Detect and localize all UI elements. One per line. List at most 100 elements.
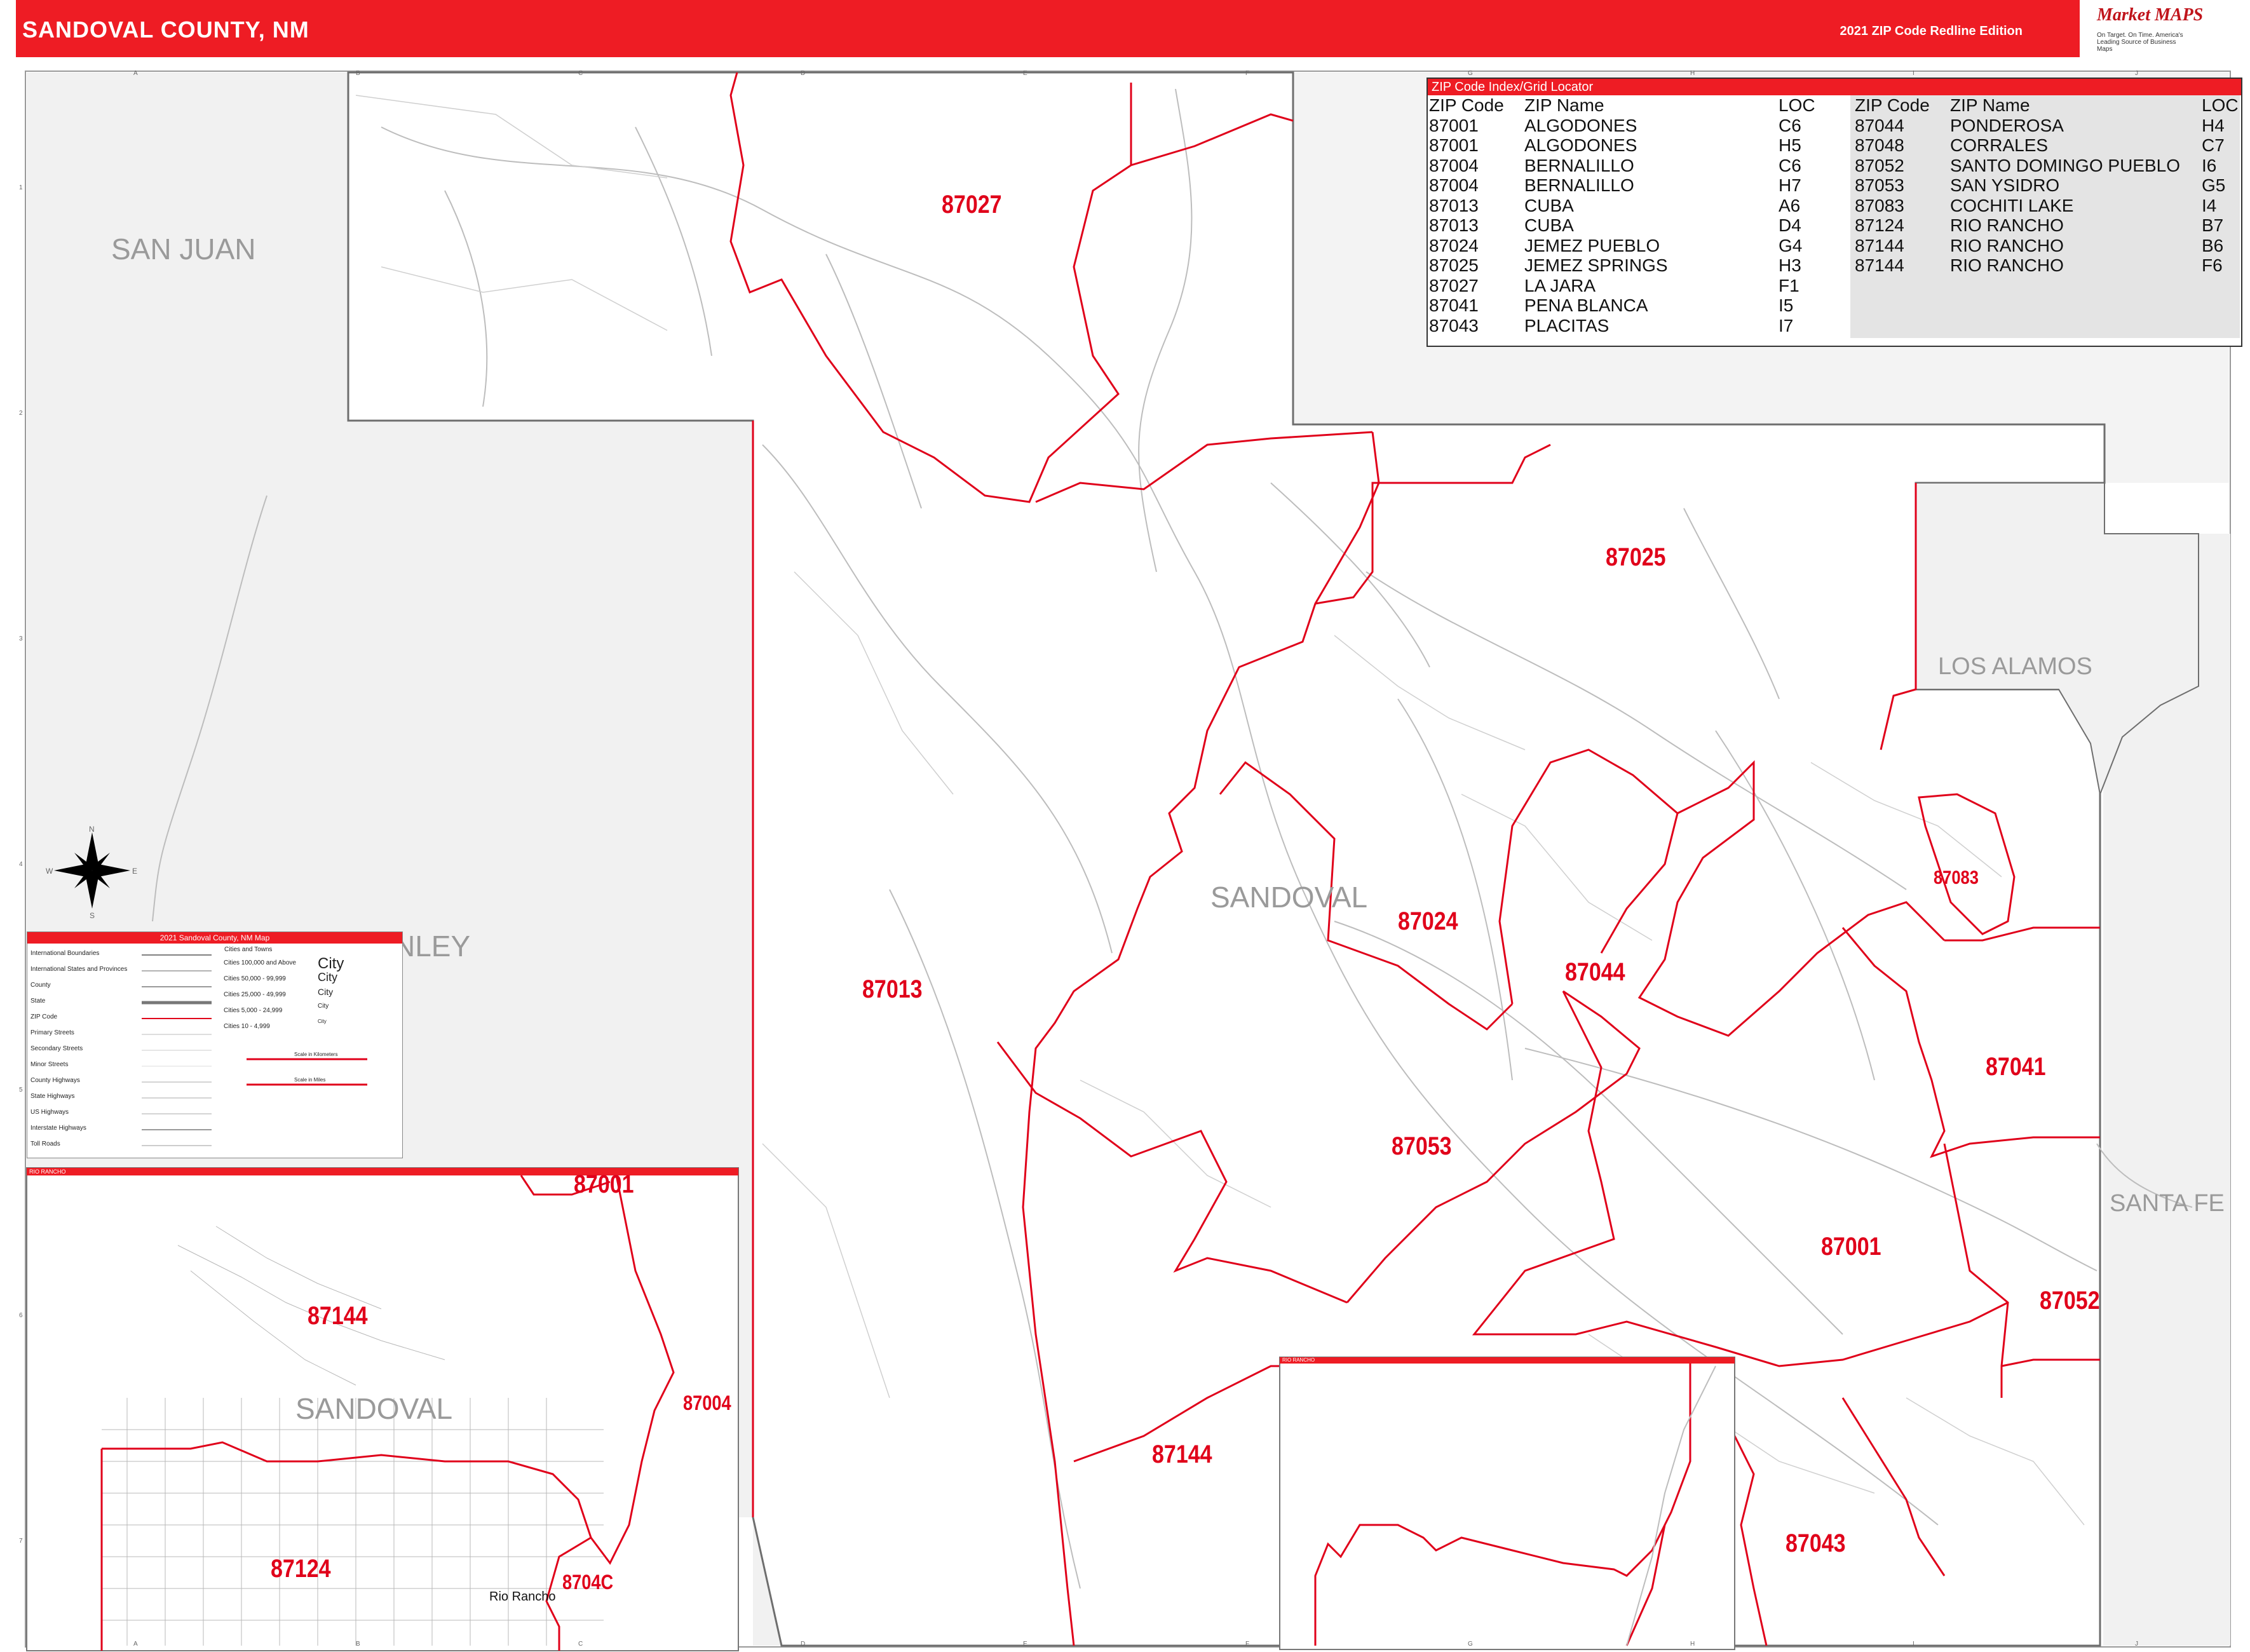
rio-rancho-inset-title: RIO RANCHO: [29, 1168, 66, 1175]
grid-col-J-bottom: J: [2135, 1641, 2138, 1648]
grid-col-E-bottom: E: [1023, 1641, 1027, 1648]
zip-index-loc: C7: [2202, 135, 2225, 155]
region-san-juan: SAN JUAN: [111, 233, 256, 266]
legend-item: Minor Streets: [30, 1061, 69, 1068]
legend-city-sample: City: [318, 987, 334, 997]
zip-index-name: SAN YSIDRO: [1950, 175, 2060, 195]
legend-city-class: Cities 10 - 4,999: [224, 1023, 270, 1030]
zip-index-header-code: ZIP Code: [1429, 95, 1504, 115]
zip-index-name: RIO RANCHO: [1950, 255, 2064, 275]
city-label-rio-rancho: Rio Rancho: [489, 1590, 556, 1604]
grid-col-B-bottom: B: [356, 1641, 360, 1648]
grid-col-F: F: [1245, 70, 1250, 77]
zip-index-name: JEMEZ PUEBLO: [1524, 235, 1660, 255]
grid-row-4: 4: [19, 861, 23, 868]
zip-index-name: JEMEZ SPRINGS: [1524, 255, 1668, 275]
zip-index-loc: G4: [1779, 235, 1803, 255]
zip-label-87041: 87041: [1986, 1053, 2046, 1081]
grid-col-A: A: [133, 70, 138, 77]
compass-n: N: [89, 825, 95, 834]
legend-city-class: Cities 100,000 and Above: [224, 959, 296, 966]
zip-index-title: ZIP Code Index/Grid Locator: [1428, 79, 2241, 95]
zip-index-name: BERNALILLO: [1524, 175, 1634, 195]
grid-row-1: 1: [19, 184, 23, 191]
zip-label-87053: 87053: [1392, 1132, 1452, 1160]
grid-col-J: J: [2135, 70, 2138, 77]
grid-row-3: 3: [19, 635, 23, 642]
zip-index-code: 87001: [1429, 135, 1479, 155]
zip-index-code: 87052: [1855, 155, 1904, 175]
zip-index-code: 87024: [1429, 235, 1479, 255]
zip-index-loc: B6: [2202, 235, 2224, 255]
legend-city-sample: City: [318, 971, 337, 984]
zip-index-code: 87001: [1429, 115, 1479, 135]
grid-row-5: 5: [19, 1087, 23, 1093]
legend-city-sample: City: [318, 1003, 329, 1010]
zip-index-loc: H5: [1779, 135, 1801, 155]
zip-label-87044: 87044: [1565, 958, 1625, 986]
legend-item: State: [30, 998, 46, 1005]
grid-row-2: 2: [19, 410, 23, 417]
zip-index-code: 87043: [1429, 315, 1479, 335]
zip-label-87144: 87144: [1152, 1440, 1212, 1468]
legend-city-class: Cities 50,000 - 99,999: [224, 975, 286, 982]
zip-index-code: 87124: [1855, 215, 1904, 235]
grid-col-C: C: [578, 70, 583, 77]
region-santa-fe: SANTA FE: [2110, 1190, 2225, 1217]
legend-item: ZIP Code: [30, 1013, 58, 1020]
zip-index-loc: I4: [2202, 195, 2217, 215]
grid-col-F-bottom: F: [1245, 1641, 1250, 1648]
grid-col-D-bottom: D: [801, 1641, 806, 1648]
zip-index-loc: H3: [1779, 255, 1801, 275]
region-los-alamos: LOS ALAMOS: [1938, 653, 2092, 680]
zip-index-name: CUBA: [1524, 215, 1574, 235]
inset-zip-label-87004: 87004: [683, 1391, 731, 1414]
zip-index-loc: C6: [1779, 115, 1801, 135]
grid-row-6: 6: [19, 1312, 23, 1319]
grid-col-G: G: [1468, 70, 1473, 77]
zip-index-name: BERNALILLO: [1524, 155, 1634, 175]
grid-col-C-bottom: C: [578, 1641, 583, 1648]
zip-index-code: 87048: [1855, 135, 1904, 155]
legend-city-sample: City: [318, 955, 344, 972]
zip-index-name: CUBA: [1524, 195, 1574, 215]
zip-label-87043: 87043: [1786, 1529, 1846, 1557]
region-sandoval: SANDOVAL: [1210, 881, 1368, 914]
legend-city-class: Cities 25,000 - 49,999: [224, 991, 286, 998]
legend-item: County: [30, 982, 51, 989]
grid-col-I: I: [1913, 70, 1915, 77]
east-inset-title: RIO RANCHO: [1282, 1357, 1315, 1363]
zip-index-loc: I6: [2202, 155, 2217, 175]
zip-index-loc: I5: [1779, 295, 1794, 315]
zip-index-loc: B7: [2202, 215, 2224, 235]
zip-index-loc: A6: [1779, 195, 1801, 215]
zip-label-87027: 87027: [942, 191, 1002, 219]
east-inset: [1279, 1357, 1735, 1650]
zip-index-header-loc: LOC: [2202, 95, 2239, 115]
legend-item: Interstate Highways: [30, 1125, 86, 1132]
zip-index-name: LA JARA: [1524, 275, 1596, 295]
zip-index-loc: C6: [1779, 155, 1801, 175]
grid-col-D: D: [801, 70, 806, 77]
zip-index-code: 87144: [1855, 235, 1904, 255]
zip-index-name: SANTO DOMINGO PUEBLO: [1950, 155, 2180, 175]
inset-zip-label-87048: 8704C: [562, 1571, 614, 1594]
zip-index-loc: G5: [2202, 175, 2226, 195]
zip-index-loc: H7: [1779, 175, 1801, 195]
legend-city-class: Cities 5,000 - 24,999: [224, 1007, 283, 1014]
zip-index-loc: F1: [1779, 275, 1799, 295]
zip-index-name: ALGODONES: [1524, 135, 1637, 155]
zip-index-name: PLACITAS: [1524, 315, 1610, 335]
zip-label-87083: 87083: [1934, 867, 1979, 888]
grid-row-7: 7: [19, 1538, 23, 1545]
zip-index-code: 87144: [1855, 255, 1904, 275]
zip-index-code: 87044: [1855, 115, 1904, 135]
compass-w: W: [46, 867, 53, 876]
zip-index-name: PENA BLANCA: [1524, 295, 1648, 315]
zip-index-loc: F6: [2202, 255, 2223, 275]
zip-index-code: 87004: [1429, 175, 1479, 195]
legend-item: County Highways: [30, 1077, 80, 1084]
zip-index-name: COCHITI LAKE: [1950, 195, 2074, 215]
zip-label-87025: 87025: [1606, 543, 1666, 571]
grid-col-B: B: [356, 70, 360, 77]
